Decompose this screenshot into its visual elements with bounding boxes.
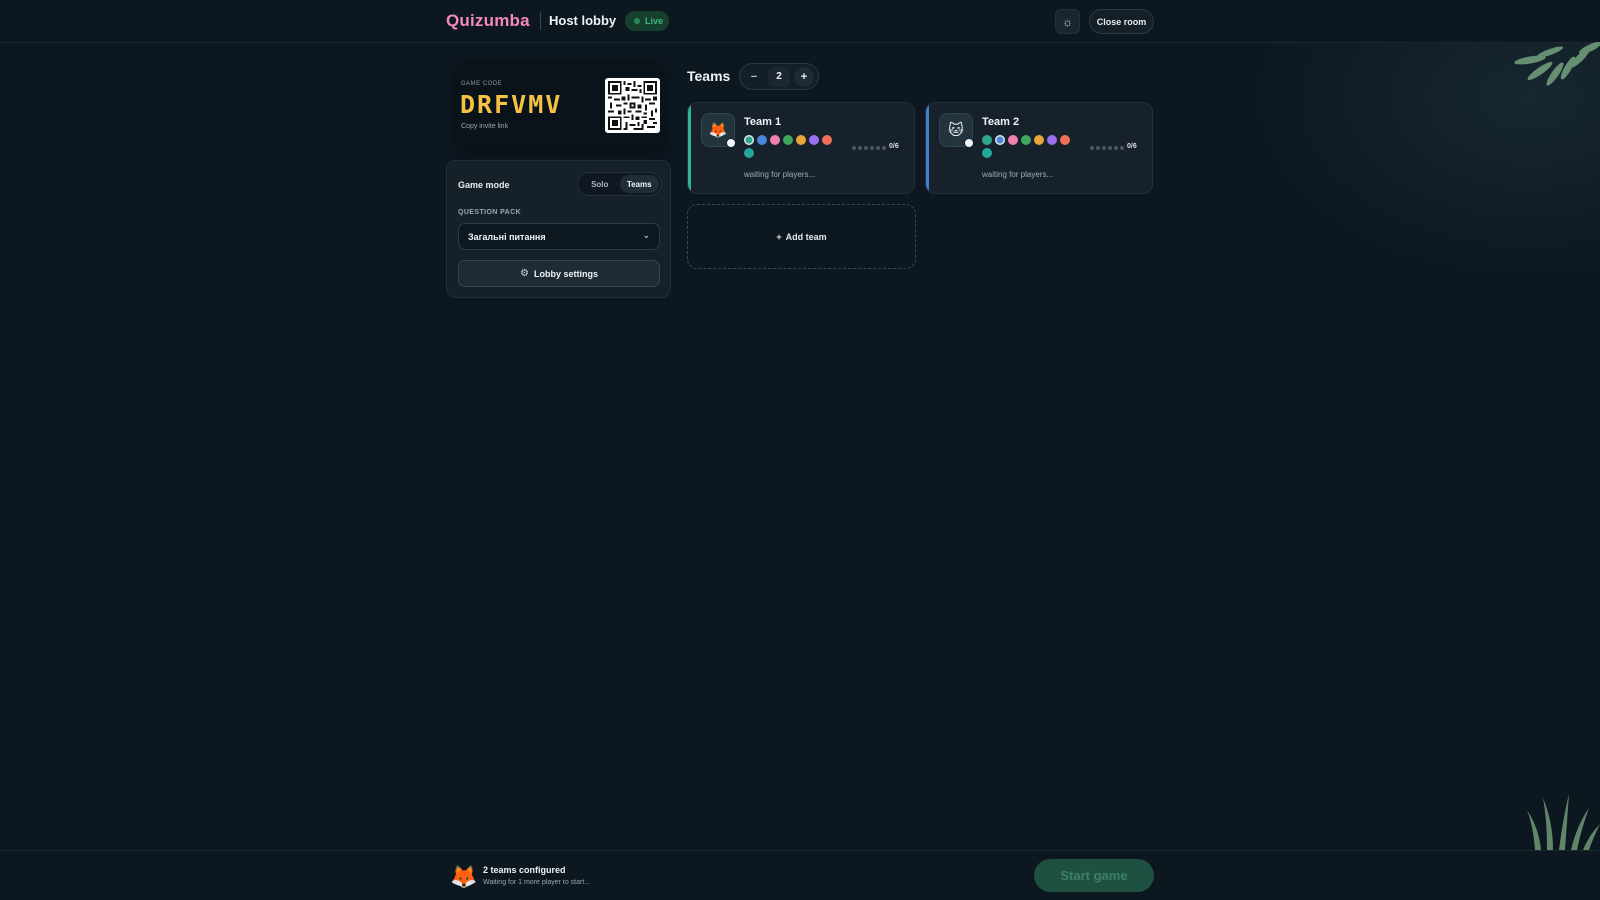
player-count: 0/6 bbox=[889, 143, 899, 150]
color-swatch[interactable] bbox=[982, 148, 992, 158]
player-slot bbox=[882, 146, 886, 150]
team-count-stepper: − 2 + bbox=[739, 63, 819, 90]
team-name[interactable]: Team 2 bbox=[982, 116, 1019, 128]
chevron-down-icon: ⌄ bbox=[642, 230, 650, 240]
plus-icon: + bbox=[776, 231, 782, 242]
theme-toggle-button[interactable]: ☼ bbox=[1055, 9, 1080, 34]
brand-logo[interactable]: Quizumba bbox=[446, 11, 530, 31]
team-status: waiting for players... bbox=[982, 170, 1054, 179]
footer-bar: 🦊 2 teams configured Waiting for 1 more … bbox=[0, 850, 1600, 900]
live-dot-icon bbox=[634, 18, 640, 24]
live-label: Live bbox=[645, 16, 664, 26]
header-divider bbox=[540, 12, 541, 30]
color-swatch[interactable] bbox=[757, 135, 767, 145]
increment-teams-button[interactable]: + bbox=[794, 66, 814, 87]
cat-icon: 🐱 bbox=[948, 122, 964, 139]
close-room-button[interactable]: Close room bbox=[1089, 9, 1154, 34]
team-card: 🐱 Team 2 0/6 waiting for players... bbox=[925, 102, 1153, 194]
player-slots bbox=[852, 146, 886, 150]
avatar-status-dot bbox=[964, 138, 974, 148]
lobby-settings-card: Game mode Solo Teams QUESTION PACK Загал… bbox=[446, 160, 671, 298]
start-game-button[interactable]: Start game bbox=[1034, 859, 1154, 892]
color-swatch[interactable] bbox=[744, 135, 754, 145]
top-bar: Quizumba Host lobby Live ☼ Close room bbox=[0, 0, 1600, 43]
team-count-value: 2 bbox=[768, 66, 790, 87]
game-code-label: GAME CODE bbox=[461, 81, 503, 87]
color-swatch[interactable] bbox=[783, 135, 793, 145]
add-team-label: Add team bbox=[785, 231, 827, 242]
team-accent-bar bbox=[926, 103, 929, 193]
footer-status-subtitle: Waiting for 1 more player to start... bbox=[483, 879, 591, 886]
team-status: waiting for players... bbox=[744, 170, 816, 179]
color-swatch[interactable] bbox=[822, 135, 832, 145]
player-slot bbox=[1108, 146, 1112, 150]
player-slot bbox=[1096, 146, 1100, 150]
question-pack-select[interactable]: Загальні питання ⌄ bbox=[458, 223, 660, 250]
qr-code-icon[interactable] bbox=[605, 78, 660, 133]
game-mode-toggle: Solo Teams bbox=[577, 172, 662, 196]
page-title: Host lobby bbox=[549, 13, 617, 28]
player-slot bbox=[876, 146, 880, 150]
host-avatar-icon: 🦊 bbox=[450, 864, 478, 889]
sun-icon: ☼ bbox=[1062, 14, 1073, 29]
color-swatch[interactable] bbox=[995, 135, 1005, 145]
mode-option-teams[interactable]: Teams bbox=[619, 175, 659, 193]
color-swatch[interactable] bbox=[1034, 135, 1044, 145]
color-swatch[interactable] bbox=[1060, 135, 1070, 145]
team-card: 🦊 Team 1 0/6 waiting for players... bbox=[687, 102, 915, 194]
mode-option-solo[interactable]: Solo bbox=[580, 175, 620, 193]
live-badge: Live bbox=[625, 11, 669, 31]
player-slots bbox=[1090, 146, 1124, 150]
player-count: 0/6 bbox=[1127, 143, 1137, 150]
player-slot bbox=[858, 146, 862, 150]
game-code-value[interactable]: DRFVMV bbox=[460, 90, 562, 119]
color-swatch[interactable] bbox=[1047, 135, 1057, 145]
decrement-teams-button[interactable]: − bbox=[744, 67, 764, 87]
game-code-card: GAME CODE DRFVMV Copy invite link bbox=[457, 63, 665, 148]
player-slot bbox=[864, 146, 868, 150]
fox-icon: 🦊 bbox=[708, 122, 728, 139]
question-pack-value: Загальні питання bbox=[468, 231, 546, 242]
copy-invite-link[interactable]: Copy invite link bbox=[461, 123, 508, 130]
lobby-settings-button[interactable]: ⚙ Lobby settings bbox=[458, 260, 660, 287]
player-slot bbox=[870, 146, 874, 150]
color-swatch[interactable] bbox=[982, 135, 992, 145]
color-swatch[interactable] bbox=[770, 135, 780, 145]
lobby-settings-label: Lobby settings bbox=[533, 268, 598, 279]
leaves-decoration-top bbox=[1514, 42, 1600, 86]
player-slot bbox=[1114, 146, 1118, 150]
add-team-button[interactable]: + Add team bbox=[687, 204, 916, 269]
player-slot bbox=[1102, 146, 1106, 150]
player-slot bbox=[1120, 146, 1124, 150]
team-color-picker bbox=[982, 135, 1078, 158]
color-swatch[interactable] bbox=[744, 148, 754, 158]
color-swatch[interactable] bbox=[796, 135, 806, 145]
game-mode-label: Game mode bbox=[458, 180, 510, 190]
avatar-status-dot bbox=[726, 138, 736, 148]
color-swatch[interactable] bbox=[1021, 135, 1031, 145]
footer-status-title: 2 teams configured bbox=[483, 865, 566, 875]
question-pack-label: QUESTION PACK bbox=[458, 209, 522, 216]
color-swatch[interactable] bbox=[809, 135, 819, 145]
teams-heading: Teams bbox=[687, 68, 731, 84]
color-swatch[interactable] bbox=[1008, 135, 1018, 145]
team-color-picker bbox=[744, 135, 840, 158]
leaves-decoration-bottom bbox=[1527, 794, 1600, 850]
player-slot bbox=[1090, 146, 1094, 150]
gear-icon: ⚙ bbox=[520, 268, 529, 279]
player-slot bbox=[852, 146, 856, 150]
team-accent-bar bbox=[688, 103, 691, 193]
team-name[interactable]: Team 1 bbox=[744, 116, 781, 128]
